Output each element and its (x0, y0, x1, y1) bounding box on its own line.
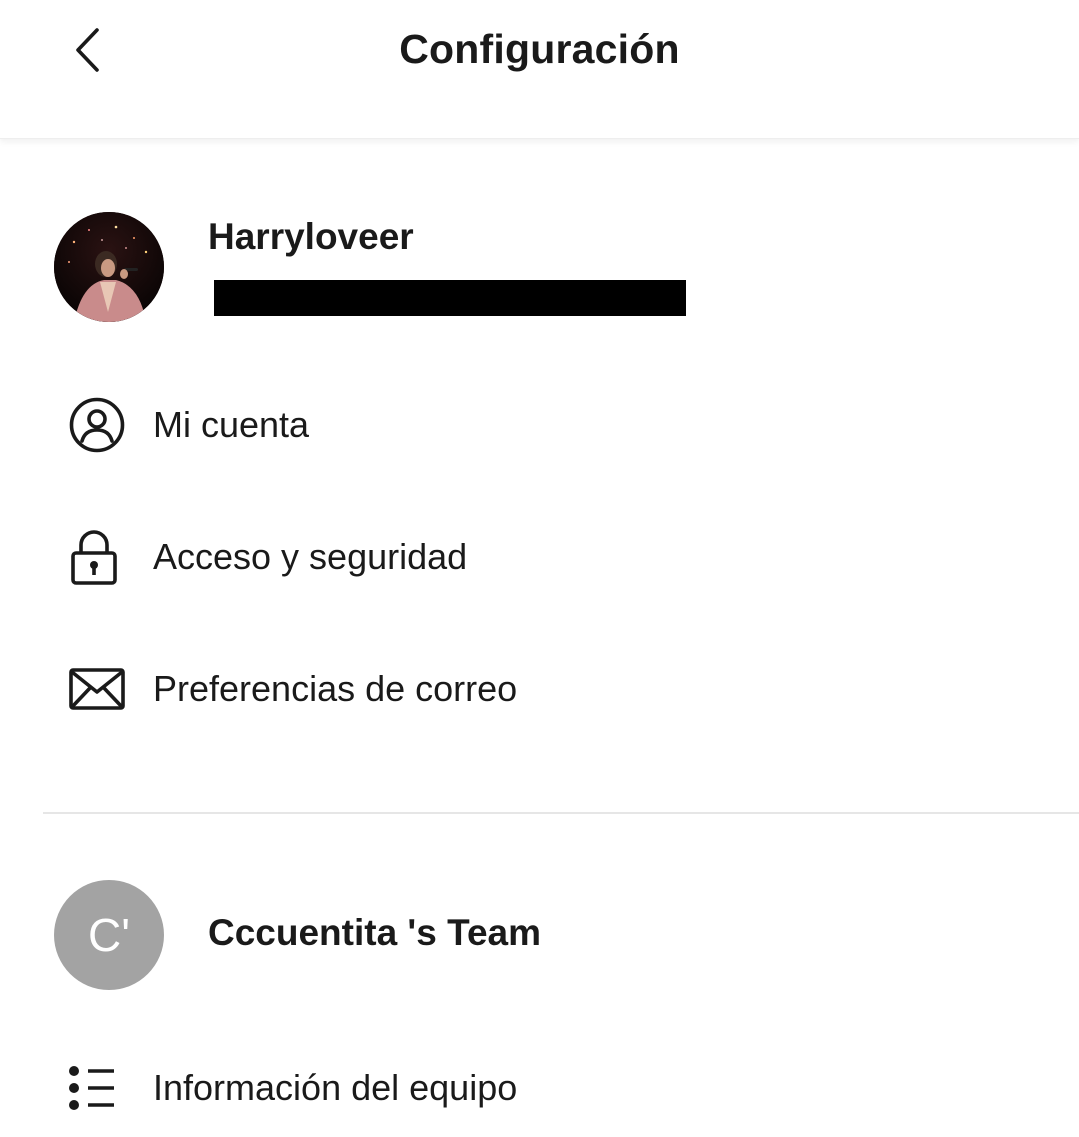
menu-item-label: Acceso y seguridad (153, 536, 468, 577)
menu-item-preferencias-correo[interactable]: Preferencias de correo (54, 649, 1034, 729)
menu-item-informacion-equipo[interactable]: Información del equipo (54, 1048, 1034, 1128)
menu-item-label: Mi cuenta (153, 404, 310, 445)
menu-item-mi-cuenta[interactable]: Mi cuenta (54, 385, 1034, 465)
list-icon (69, 1066, 114, 1110)
avatar-image (54, 212, 164, 322)
user-circle-icon (69, 397, 125, 453)
lock-icon (71, 530, 117, 585)
menu-item-label: Información del equipo (153, 1067, 518, 1108)
team-name: Cccuentita 's Team (208, 912, 541, 953)
profile-name: Harryloveer (208, 216, 414, 257)
menu-item-acceso-seguridad[interactable]: Acceso y seguridad (54, 517, 1034, 597)
avatar (54, 212, 164, 322)
email-redacted (214, 280, 686, 316)
profile-card[interactable]: Harryloveer (54, 212, 1034, 324)
top-bar: Configuración (0, 0, 1079, 139)
section-divider (43, 812, 1079, 814)
team-card[interactable]: C' Cccuentita 's Team (54, 880, 1034, 992)
menu-item-label: Preferencias de correo (153, 668, 518, 709)
team-avatar: C' (54, 880, 164, 990)
mail-icon (69, 668, 125, 710)
page-title: Configuración (399, 26, 680, 72)
